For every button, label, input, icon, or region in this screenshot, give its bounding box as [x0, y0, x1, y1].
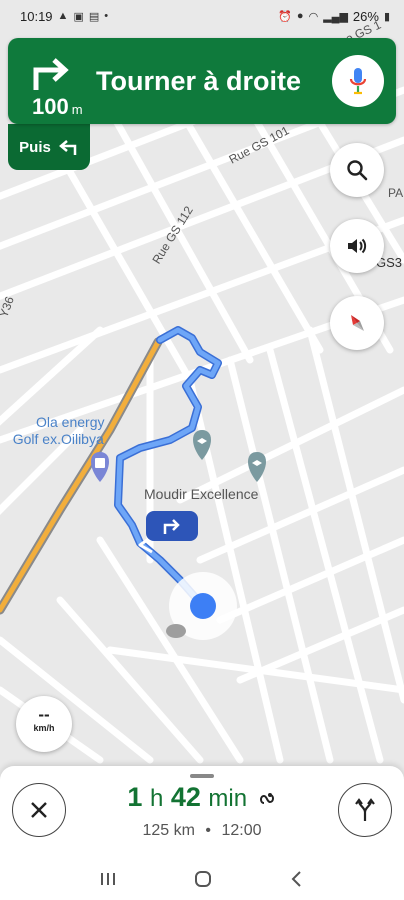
location-icon: ● — [296, 10, 304, 22]
poi-fuel-name[interactable]: Ola energy Golf ex.Oilibya — [13, 414, 105, 448]
poi-school-name[interactable]: Moudir Excellence — [144, 486, 258, 502]
duration-minutes: 42 — [170, 782, 201, 812]
maneuver-instruction: Tourner à droite — [96, 66, 302, 96]
then-maneuver[interactable]: Puis — [8, 124, 90, 170]
search-button[interactable] — [330, 143, 384, 197]
duration-minutes-unit: min — [208, 785, 248, 812]
route-turn-badge — [146, 511, 198, 541]
turn-right-arrow-icon — [33, 58, 69, 90]
voice-search-button[interactable] — [332, 55, 384, 107]
search-icon — [347, 160, 368, 181]
maneuver-distance: 100 m — [32, 94, 83, 120]
back-icon[interactable] — [289, 870, 305, 888]
notification-status-icon: ▤ — [88, 10, 100, 23]
then-label: Puis — [19, 138, 51, 156]
sound-button[interactable] — [330, 219, 384, 273]
poi-fuel-line1: Ola energy — [36, 414, 105, 430]
recent-apps-icon[interactable] — [99, 871, 117, 887]
speed-unit: km/h — [33, 723, 55, 733]
compass-icon — [351, 315, 364, 331]
navigation-status-icon: ▲ — [57, 10, 69, 22]
speedometer[interactable]: -- km/h — [16, 696, 72, 752]
gallery-status-icon: ▣ — [73, 10, 84, 23]
fork-route-icon — [355, 798, 375, 821]
speed-value: -- — [38, 705, 50, 724]
maneuver-distance-value: 100 — [32, 94, 69, 119]
home-icon[interactable] — [194, 870, 212, 888]
wifi-icon: ◠ — [308, 10, 319, 23]
route-options-icon — [259, 792, 274, 804]
maneuver-distance-unit: m — [71, 102, 83, 117]
trip-distance: 125 km — [142, 822, 195, 839]
poi-fuel-line2: Golf ex.Oilibya — [12, 431, 104, 447]
compass-button[interactable] — [330, 296, 384, 350]
signal-icon: ▂▄▆ — [323, 10, 348, 23]
battery-icon: ▮ — [383, 10, 390, 23]
navigation-banner[interactable]: 100 m Tourner à droite — [8, 38, 396, 124]
dot-status-icon: • — [104, 10, 109, 22]
battery-percent: 26% — [352, 8, 379, 24]
arrival-time: 12:00 — [221, 822, 262, 839]
speaker-icon — [348, 238, 367, 254]
trip-separator: • — [205, 822, 212, 839]
turn-left-icon — [58, 140, 77, 155]
status-bar: 10:19 ▲ ▣ ▤ • ⏰ ● ◠ ▂▄▆ 26% ▮ — [0, 0, 404, 32]
panel-drag-handle[interactable] — [190, 774, 214, 778]
microphone-icon — [349, 68, 367, 95]
turn-right-icon — [163, 519, 180, 534]
alarm-icon: ⏰ — [278, 10, 292, 23]
status-time: 10:19 — [20, 8, 53, 24]
alternate-routes-button[interactable] — [338, 783, 392, 837]
trip-panel[interactable]: 1 h 42 min 125 km • 12:00 — [0, 766, 404, 858]
system-navigation-bar — [0, 858, 404, 900]
street-label: PA — [388, 186, 404, 200]
duration-hours: 1 — [127, 782, 143, 812]
duration-hours-unit: h — [149, 785, 164, 812]
